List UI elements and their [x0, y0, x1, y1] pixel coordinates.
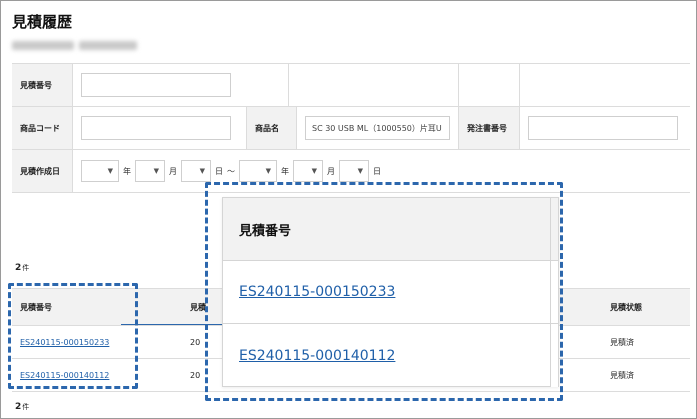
zoom-callout: 見積番号 ES240115-000150233 ES240115-0001401…	[222, 197, 559, 387]
status-cell: 見積済	[610, 370, 634, 380]
year-unit: 年	[281, 166, 289, 176]
chevron-down-icon: ▼	[107, 167, 113, 175]
from-day-select[interactable]: ▼	[181, 160, 211, 182]
chevron-down-icon: ▼	[265, 167, 271, 175]
form-row-product: 商品コード 商品名 SC 30 USB ML（1000550）片耳U 発注書番号	[12, 107, 690, 150]
result-count-bottom: 2件	[15, 402, 30, 412]
range-separator: 〜	[227, 166, 235, 176]
to-day-select[interactable]: ▼	[339, 160, 369, 182]
status-cell: 見積済	[610, 337, 634, 347]
day-unit: 日	[373, 166, 381, 176]
zoom-quote-link[interactable]: ES240115-000150233	[239, 284, 395, 300]
month-unit: 月	[327, 166, 335, 176]
day-unit: 日	[215, 166, 223, 176]
zoom-row: ES240115-000150233	[223, 261, 558, 324]
from-month-select[interactable]: ▼	[135, 160, 165, 182]
product-code-input[interactable]	[81, 116, 231, 140]
search-form: 見積番号 商品コード 商品名 SC 30 USB ML（1000550）片耳U …	[12, 63, 690, 193]
zoom-header: 見積番号	[223, 198, 558, 261]
quote-number-input[interactable]	[81, 73, 231, 97]
order-number-input[interactable]	[528, 116, 678, 140]
form-row-quote-number: 見積番号	[12, 64, 690, 107]
blurred-subtitle	[12, 41, 152, 51]
page-frame: 見積履歴 見積番号 商品コード 商品名 SC 30 USB ML（1000550…	[0, 0, 697, 419]
zoom-quote-link[interactable]: ES240115-000140112	[239, 348, 395, 364]
page-title: 見積履歴	[12, 13, 73, 31]
chevron-down-icon: ▼	[199, 167, 205, 175]
product-name-label: 商品名	[247, 107, 297, 149]
date-range: ▼ 年 ▼ 月 ▼ 日 〜 ▼ 年 ▼ 月 ▼ 日	[81, 160, 381, 182]
to-month-select[interactable]: ▼	[293, 160, 323, 182]
highlight-box-small	[8, 283, 138, 389]
result-count-top: 2件	[15, 263, 30, 273]
year-unit: 年	[123, 166, 131, 176]
to-year-select[interactable]: ▼	[239, 160, 277, 182]
order-number-label: 発注書番号	[459, 107, 520, 149]
zoom-row: ES240115-000140112	[223, 324, 558, 387]
quote-date-label: 見積作成日	[12, 150, 73, 192]
header-status: 見積状態	[610, 302, 642, 312]
product-name-input[interactable]: SC 30 USB ML（1000550）片耳U	[305, 116, 450, 140]
from-year-select[interactable]: ▼	[81, 160, 119, 182]
product-code-label: 商品コード	[12, 107, 73, 149]
quote-number-label: 見積番号	[12, 64, 73, 106]
month-unit: 月	[169, 166, 177, 176]
chevron-down-icon: ▼	[153, 167, 159, 175]
zoom-header-label: 見積番号	[239, 223, 292, 239]
chevron-down-icon: ▼	[311, 167, 317, 175]
chevron-down-icon: ▼	[357, 167, 363, 175]
